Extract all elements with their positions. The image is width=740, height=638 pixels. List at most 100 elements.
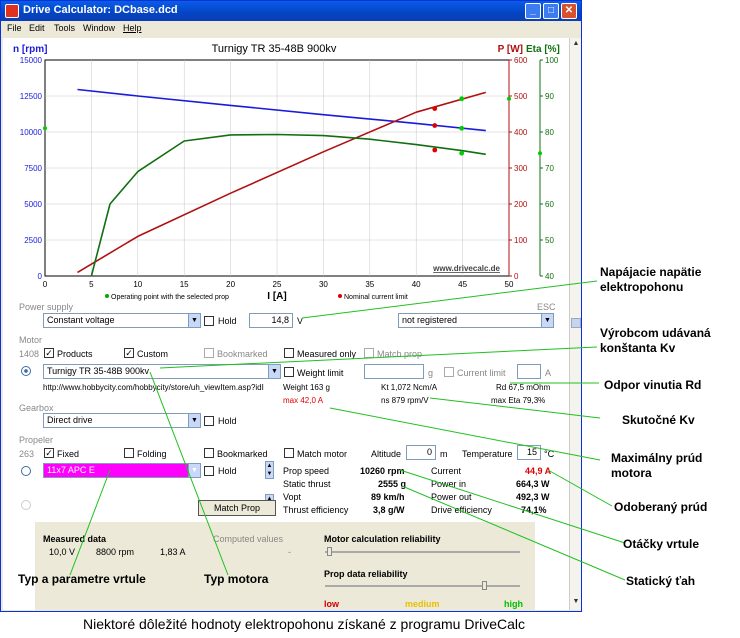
current-limit-checkbox[interactable] xyxy=(444,367,454,377)
products-checkbox[interactable]: ✓ xyxy=(44,348,54,358)
rpm-tick-label: 15000 xyxy=(20,56,43,65)
rpm-tick-label: 5000 xyxy=(24,200,42,209)
motor-radio[interactable] xyxy=(21,366,31,376)
legend-green-dot xyxy=(105,294,109,298)
motor-max-current: max 42,0 A xyxy=(283,396,324,405)
temperature-unit: °C xyxy=(544,449,555,459)
power-out-label: Power out xyxy=(431,492,472,502)
prop-radio-2[interactable] xyxy=(21,500,31,510)
static-thrust-value: 2555 g xyxy=(378,479,407,489)
app-icon xyxy=(5,4,19,18)
eta-axis-marker xyxy=(538,151,542,156)
rpm-tick-label: 7500 xyxy=(24,164,42,173)
match-prop-label: Match prop xyxy=(377,349,423,359)
maximize-button[interactable]: □ xyxy=(543,3,559,19)
fixed-checkbox[interactable]: ✓ xyxy=(44,448,54,458)
measured-rpm: 8800 rpm xyxy=(96,547,135,557)
minimize-button[interactable]: _ xyxy=(525,3,541,19)
weight-limit-checkbox[interactable] xyxy=(284,367,294,377)
menu-bar: File Edit Tools Window Help xyxy=(1,21,581,37)
folding-checkbox[interactable] xyxy=(124,448,134,458)
title-bar[interactable]: Drive Calculator: DCbase.dcd _ □ ✕ xyxy=(1,1,581,21)
scroll-thumb[interactable] xyxy=(571,318,581,328)
legend-red-dot xyxy=(338,294,342,298)
annotation-supply-voltage: Napájacie napätie elektropohonu xyxy=(600,265,702,294)
annotation-winding-resistance: Odpor vinutia Rd xyxy=(604,378,702,392)
motor-url-link[interactable]: http://www.hobbycity.com/hobbycity/store… xyxy=(43,383,281,392)
reliability-panel xyxy=(35,522,535,610)
eta-tick-label: 80 xyxy=(545,128,554,137)
x-tick-label: 0 xyxy=(43,280,48,289)
prop-reliability-slider[interactable] xyxy=(325,585,520,587)
hold-checkbox-gearbox[interactable] xyxy=(204,416,214,426)
match-motor-checkbox[interactable] xyxy=(284,448,294,458)
power-supply-label: Power supply xyxy=(19,302,74,312)
annotation-prop-speed: Otáčky vrtule xyxy=(623,537,700,551)
menu-file[interactable]: File xyxy=(7,23,22,33)
current-limit-input[interactable] xyxy=(517,364,541,379)
static-thrust-label: Static thrust xyxy=(283,479,331,489)
measured-data-label: Measured data xyxy=(43,534,107,544)
bookmarked-checkbox-prop[interactable] xyxy=(204,448,214,458)
altitude-label: Altitude xyxy=(371,449,402,459)
menu-edit[interactable]: Edit xyxy=(29,23,45,33)
gearbox-select[interactable]: Direct drive ▼ xyxy=(43,413,201,428)
x-axis-label: I [A] xyxy=(267,291,286,302)
menu-tools[interactable]: Tools xyxy=(54,23,75,33)
watermark: www.drivecalc.de xyxy=(432,264,500,273)
power-tick-label: 200 xyxy=(514,200,528,209)
x-tick-label: 30 xyxy=(319,280,328,289)
propeller-label: Propeler xyxy=(19,435,54,445)
reliability-high: high xyxy=(504,599,523,609)
current-limit-label: Current limit xyxy=(457,368,506,378)
motor-kt: Kt 1,072 Ncm/A xyxy=(381,383,438,392)
eta-axis-label: Eta [%] xyxy=(526,44,560,55)
hold-checkbox-prop[interactable] xyxy=(204,466,214,476)
annotation-max-current: Maximálny prúd motora xyxy=(611,451,703,480)
annotation-prop-type: Typ a parametre vrtule xyxy=(18,572,146,586)
computed-values-label: Computed values xyxy=(213,534,284,544)
vopt-label: Vopt xyxy=(283,492,302,502)
custom-checkbox[interactable]: ✓ xyxy=(124,348,134,358)
motor-reliability-thumb[interactable] xyxy=(327,547,332,556)
hold-checkbox-supply[interactable] xyxy=(204,316,214,326)
left-axis-label: n [rpm] xyxy=(13,44,47,55)
x-tick-label: 35 xyxy=(365,280,374,289)
left-ticks: 0250050007500100001250015000 xyxy=(20,56,43,281)
prop-reliability-thumb[interactable] xyxy=(482,581,487,590)
match-prop-checkbox[interactable] xyxy=(364,348,374,358)
weight-limit-input[interactable] xyxy=(364,364,424,379)
esc-label: ESC xyxy=(537,302,556,312)
bookmarked-label-prop: Bookmarked xyxy=(217,449,268,459)
eta-tick-label: 90 xyxy=(545,92,554,101)
prop-select[interactable]: 11x7 APC E ▼ xyxy=(43,463,201,478)
voltage-input[interactable]: 14,8 xyxy=(249,313,293,328)
temperature-label: Temperature xyxy=(462,449,513,459)
legend-green-text: Operating point with the selected prop xyxy=(111,294,229,301)
supply-mode-select[interactable]: Constant voltage ▼ xyxy=(43,313,201,328)
esc-select[interactable]: not registered ▼ xyxy=(398,313,554,328)
motor-reliability-slider[interactable] xyxy=(325,551,520,553)
power-tick-label: 0 xyxy=(514,272,519,281)
prop-radio[interactable] xyxy=(21,466,31,476)
folding-label: Folding xyxy=(137,449,167,459)
rpm-tick-label: 10000 xyxy=(20,128,43,137)
power-tick-label: 500 xyxy=(514,92,528,101)
motor-select[interactable]: Turnigy TR 35-48B 900kv ▼ xyxy=(43,364,281,379)
measured-only-checkbox[interactable] xyxy=(284,348,294,358)
altitude-input[interactable]: 0 xyxy=(406,445,436,460)
close-button[interactable]: ✕ xyxy=(561,3,577,19)
operating-point-marker xyxy=(459,150,465,156)
bookmarked-checkbox-motor[interactable] xyxy=(204,348,214,358)
temperature-input[interactable]: 15 xyxy=(517,445,541,460)
eta-tick-label: 70 xyxy=(545,164,554,173)
scroll-down-icon[interactable]: ▼ xyxy=(571,597,581,607)
menu-window[interactable]: Window xyxy=(83,23,115,33)
scroll-up-icon[interactable]: ▲ xyxy=(571,39,581,49)
altitude-unit: m xyxy=(440,449,448,459)
power-axis-label: P [W] xyxy=(498,44,523,55)
menu-help[interactable]: Help xyxy=(123,23,142,33)
prop-spinner[interactable]: ▲ ▼ xyxy=(265,461,274,479)
match-prop-button[interactable]: Match Prop xyxy=(198,500,276,516)
vertical-scrollbar[interactable]: ▲ ▼ xyxy=(569,38,581,610)
